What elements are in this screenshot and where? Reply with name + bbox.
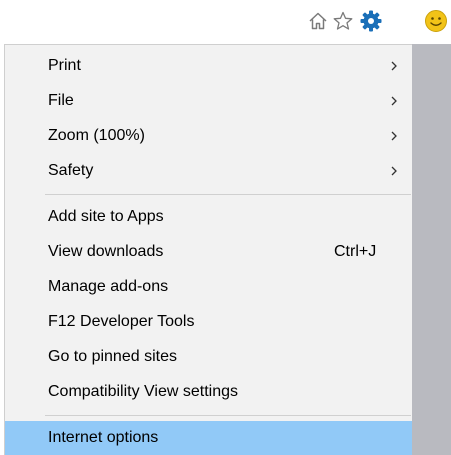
menu-item-label: Manage add-ons: [48, 278, 169, 295]
menu-item-label: F12 Developer Tools: [48, 313, 195, 330]
menu-item-label: Internet options: [48, 429, 159, 446]
chevron-right-icon: [390, 94, 398, 112]
menu-item-label: Safety: [48, 162, 94, 179]
menu-item-view-downloads[interactable]: View downloads Ctrl+J: [5, 235, 412, 269]
menu-separator: [45, 415, 411, 416]
menu-item-compatibility-view-settings[interactable]: Compatibility View settings: [5, 375, 412, 409]
menu-item-internet-options[interactable]: Internet options: [5, 421, 412, 455]
page-background-strip: [412, 44, 451, 455]
menu-item-label: View downloads: [48, 243, 164, 260]
star-icon[interactable]: [330, 8, 356, 34]
menu-item-label: Add site to Apps: [48, 208, 164, 225]
menu-item-shortcut: Ctrl+J: [334, 243, 377, 260]
smiley-icon[interactable]: [423, 8, 449, 34]
menu-item-label: Zoom (100%): [48, 127, 145, 144]
menu-item-label: Compatibility View settings: [48, 383, 239, 400]
chevron-right-icon: [390, 164, 398, 182]
chevron-right-icon: [390, 59, 398, 77]
toolbar: [0, 0, 451, 44]
menu-item-safety[interactable]: Safety: [5, 154, 412, 188]
menu-item-label: Go to pinned sites: [48, 348, 177, 365]
menu-item-zoom[interactable]: Zoom (100%): [5, 119, 412, 153]
chevron-right-icon: [390, 129, 398, 147]
tools-menu: Print File Zoom (100%) Safety Add site t…: [4, 44, 412, 455]
gear-icon[interactable]: [358, 8, 384, 34]
menu-item-label: Print: [48, 57, 81, 74]
menu-item-print[interactable]: Print: [5, 49, 412, 83]
menu-item-manage-add-ons[interactable]: Manage add-ons: [5, 270, 412, 304]
menu-item-add-site-to-apps[interactable]: Add site to Apps: [5, 200, 412, 234]
menu-item-f12-developer-tools[interactable]: F12 Developer Tools: [5, 305, 412, 339]
menu-item-label: File: [48, 92, 74, 109]
menu-separator: [45, 194, 411, 195]
menu-item-file[interactable]: File: [5, 84, 412, 118]
menu-item-go-to-pinned-sites[interactable]: Go to pinned sites: [5, 340, 412, 374]
home-icon[interactable]: [305, 8, 331, 34]
